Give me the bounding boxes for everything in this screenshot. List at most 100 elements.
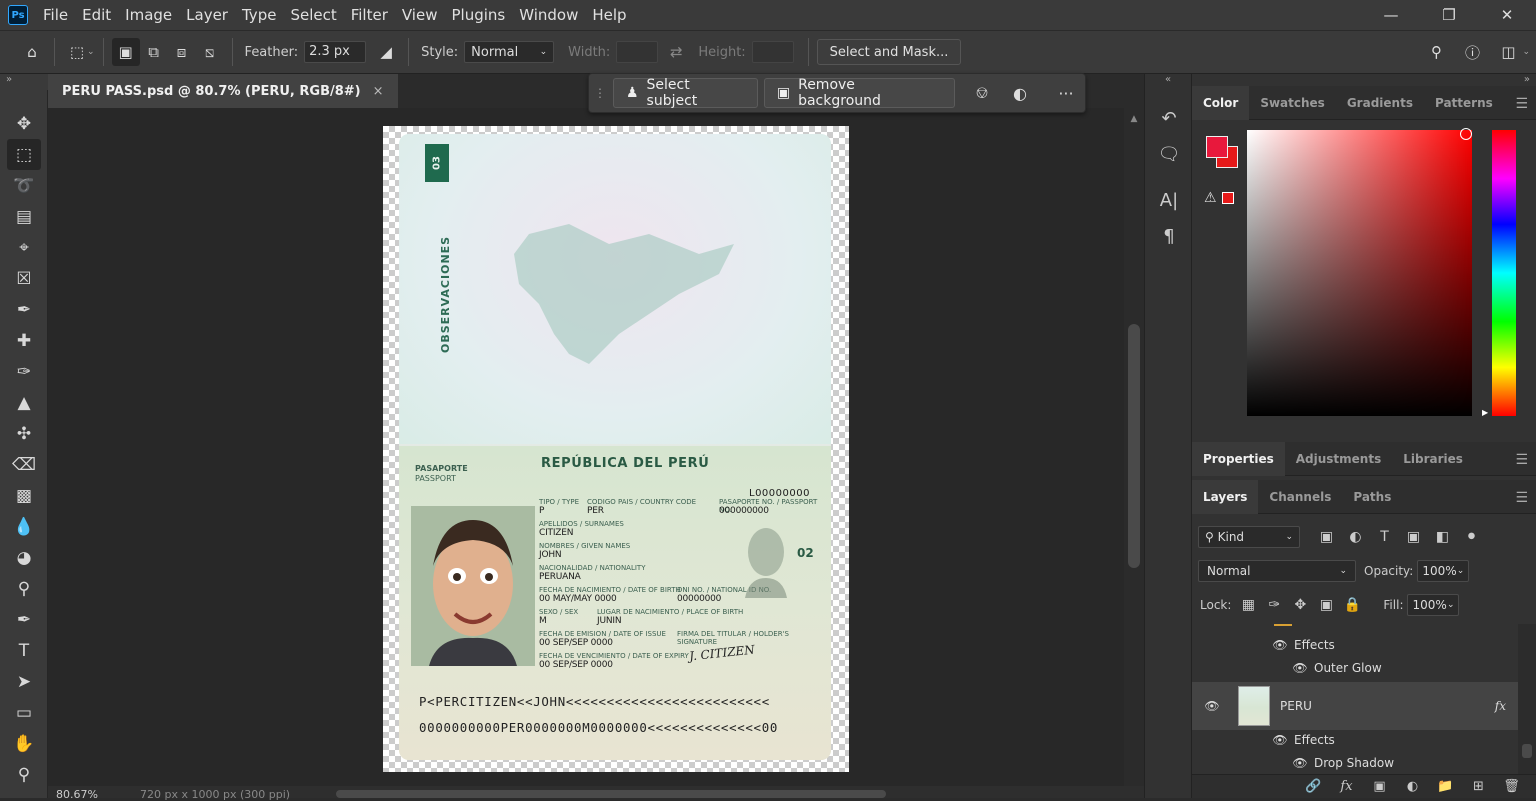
new-layer-icon[interactable]: ⊞ [1462,779,1495,794]
lock-artboard-icon[interactable]: ▣ [1313,597,1339,613]
eye-icon[interactable]: 👁 [1292,661,1308,675]
remove-background-button[interactable]: ▣ Remove background [763,77,956,109]
lasso-tool-icon[interactable]: ➰ [0,170,48,201]
layer-row-peru[interactable]: 👁 PERU fx [1192,682,1518,730]
workspace-icon[interactable]: ◫ [1494,38,1522,66]
vertical-scroll-thumb[interactable] [1128,324,1140,568]
help-icon[interactable]: ⓘ [1458,38,1486,66]
panel-menu-icon[interactable]: ☰ [1515,96,1528,112]
add-selection-icon[interactable]: ⧉ [140,38,168,66]
tab-patterns[interactable]: Patterns [1424,86,1504,120]
gradient-tool-icon[interactable]: ▩ [0,480,48,511]
fx-icon[interactable]: fx [1495,699,1506,713]
foreground-color-swatch[interactable] [1206,136,1228,158]
add-style-icon[interactable]: fx [1330,779,1363,794]
layer-effect-drop-shadow[interactable]: 👁 Drop Shadow [1192,752,1518,774]
menu-select[interactable]: Select [283,0,343,30]
close-tab-icon[interactable]: × [373,84,384,99]
rectangle-tool-icon[interactable]: ▭ [0,697,48,728]
link-layers-icon[interactable]: 🔗 [1297,779,1330,794]
opacity-input[interactable]: 100% ⌄ [1417,560,1470,582]
new-group-icon[interactable]: 📁 [1429,779,1462,794]
more-options-icon[interactable]: ··· [1047,78,1085,108]
filter-pixel-icon[interactable]: ▣ [1312,529,1341,545]
select-and-mask-button[interactable]: Select and Mask... [816,39,962,65]
object-selection-tool-icon[interactable]: ▤ [0,201,48,232]
menu-type[interactable]: Type [235,0,283,30]
toolbar-collapse[interactable]: » [0,74,48,90]
menu-file[interactable]: File [36,0,75,30]
select-subject-button[interactable]: ♟ Select subject [612,77,758,109]
eye-icon[interactable]: 👁 [1292,756,1308,770]
eraser-tool-icon[interactable]: ⌫ [0,449,48,480]
vertical-scrollbar[interactable]: ▲ [1124,108,1144,788]
eye-icon[interactable]: 👁 [1272,733,1288,747]
paragraph-panel-icon[interactable]: ¶ [1145,218,1193,254]
tab-paths[interactable]: Paths [1342,480,1402,514]
history-panel-icon[interactable]: ↶ [1145,100,1193,136]
filter-type-icon[interactable]: T [1370,529,1399,545]
lock-transparent-icon[interactable]: ▦ [1235,597,1261,613]
menu-window[interactable]: Window [512,0,585,30]
layer-effect-outer-glow[interactable]: 👁 Outer Glow [1192,657,1518,679]
menu-layer[interactable]: Layer [179,0,235,30]
width-input[interactable] [616,41,659,63]
brush-tool-icon[interactable]: ✑ [0,356,48,387]
menu-edit[interactable]: Edit [75,0,118,30]
pen-tool-icon[interactable]: ✒ [0,604,48,635]
chevron-down-icon[interactable]: ⌄ [87,47,95,57]
layers-scroll-thumb[interactable] [1522,744,1532,758]
tab-gradients[interactable]: Gradients [1336,86,1424,120]
delete-layer-icon[interactable]: 🗑 [1495,779,1528,794]
crop-tool-icon[interactable]: ⌖ [0,232,48,263]
menu-image[interactable]: Image [118,0,179,30]
blend-mode-select[interactable]: Normal ⌄ [1198,560,1356,582]
layer-thumbnail[interactable] [1238,686,1270,726]
frame-tool-icon[interactable]: ☒ [0,263,48,294]
swap-dimensions-icon[interactable]: ⇄ [662,38,690,66]
gamut-warning-icon[interactable]: ⚠ [1204,190,1217,206]
tab-channels[interactable]: Channels [1258,480,1342,514]
expand-dock-icon[interactable]: » [1524,74,1530,85]
chevron-down-icon[interactable]: ⌄ [1522,47,1530,57]
eye-icon[interactable]: 👁 [1272,638,1288,652]
menu-filter[interactable]: Filter [344,0,395,30]
color-picker-field[interactable] [1247,130,1472,416]
fill-input[interactable]: 100% ⌄ [1407,594,1460,616]
document-canvas[interactable]: 03 OBSERVACIONES PASAPORTE PASSPORT REPÚ… [383,126,849,772]
tab-libraries[interactable]: Libraries [1392,442,1474,476]
lock-image-icon[interactable]: ✑ [1261,597,1287,613]
menu-help[interactable]: Help [585,0,633,30]
move-tool-icon[interactable]: ✥ [0,108,48,139]
filter-shape-icon[interactable]: ▣ [1399,529,1428,545]
subtract-selection-icon[interactable]: ⧈ [168,38,196,66]
menu-plugins[interactable]: Plugins [444,0,512,30]
horizontal-scroll-thumb[interactable] [336,790,886,798]
type-tool-icon[interactable]: T [0,635,48,666]
tab-layers[interactable]: Layers [1192,479,1259,514]
kind-filter-select[interactable]: ⚲ Kind ⌄ [1198,526,1300,548]
minimize-icon[interactable]: — [1362,0,1420,30]
gamut-color-swatch[interactable] [1222,192,1234,204]
add-mask-icon[interactable]: ▣ [1363,779,1396,794]
scroll-up-icon[interactable]: ▲ [1124,114,1144,124]
dodge-tool-icon[interactable]: ◕ [0,542,48,573]
new-selection-icon[interactable]: ▣ [111,38,140,66]
tab-color[interactable]: Color [1192,85,1250,120]
healing-brush-tool-icon[interactable]: ✚ [0,325,48,356]
style-select[interactable]: Normal ⌄ [464,41,555,63]
hue-slider[interactable] [1492,130,1516,416]
lock-all-icon[interactable]: 🔒 [1339,597,1365,613]
layer-name[interactable]: PERU [1280,699,1312,713]
height-input[interactable] [751,41,794,63]
mask-icon[interactable]: ◐ [1001,78,1039,108]
menu-view[interactable]: View [395,0,445,30]
new-adjustment-icon[interactable]: ◐ [1396,779,1429,794]
blur-tool-icon[interactable]: 💧 [0,511,48,542]
zoom-lens-tool-icon[interactable]: ⚲ [0,573,48,604]
tab-properties[interactable]: Properties [1192,441,1285,476]
tab-adjustments[interactable]: Adjustments [1285,442,1392,476]
hand-tool-icon[interactable]: ✋ [0,728,48,759]
tab-swatches[interactable]: Swatches [1249,86,1336,120]
layers-scrollbar[interactable] [1518,624,1536,774]
